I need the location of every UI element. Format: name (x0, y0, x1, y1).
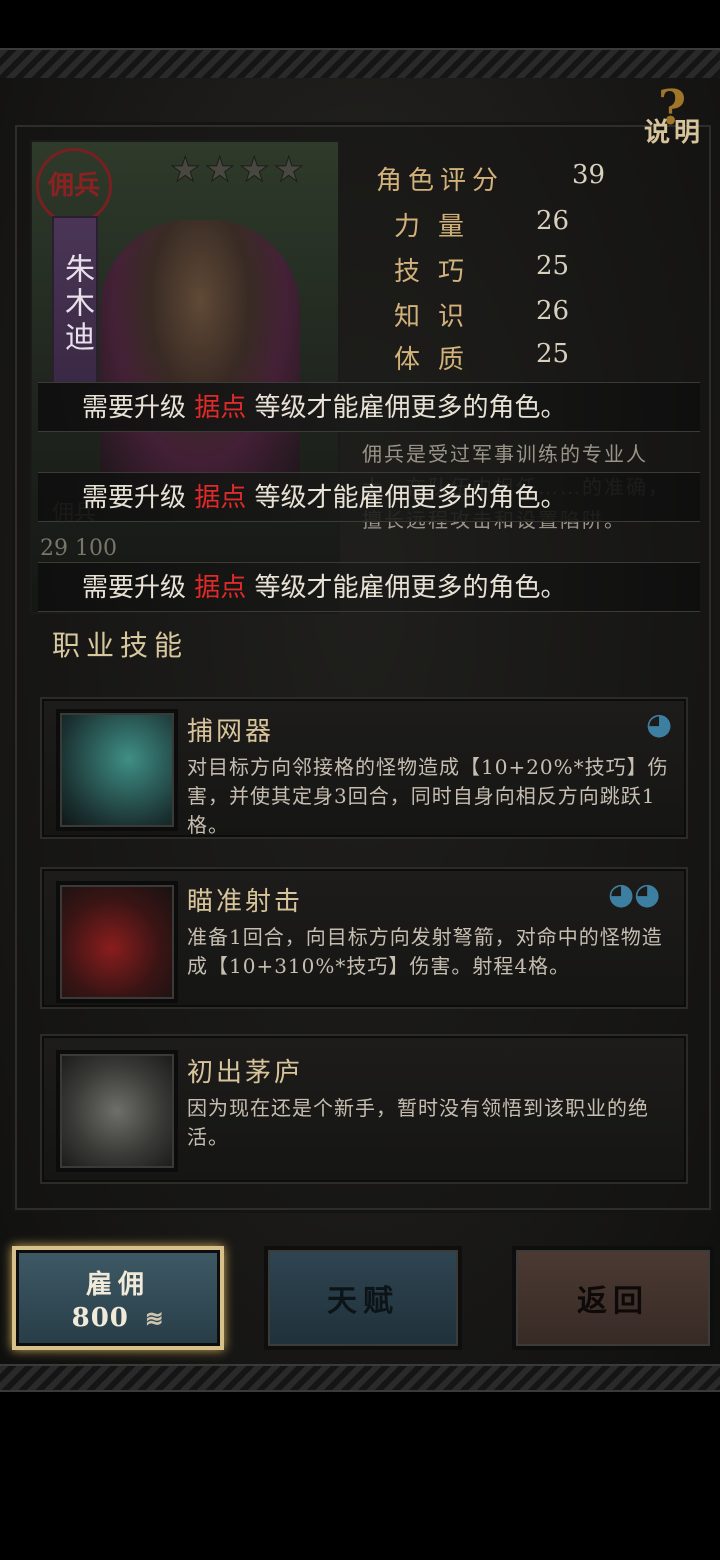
star-icon: ★ (238, 150, 274, 191)
skill-name: 捕网器 (187, 717, 275, 747)
stat-label-constitution: 体质 (394, 345, 483, 375)
stat-label-strength: 力量 (394, 212, 483, 242)
class-seal-icon: 佣兵 (36, 148, 112, 224)
toast-text: 需要升级 (82, 393, 195, 423)
stat-value-strength: 26 (536, 206, 570, 236)
rating-label: 角色评分 (376, 166, 505, 196)
toast-text: 等级才能雇佣更多的角色。 (246, 393, 567, 423)
back-button[interactable]: 返回 (512, 1246, 714, 1350)
toast-text: 需要升级 (82, 483, 195, 513)
toast-text: 等级才能雇佣更多的角色。 (246, 483, 567, 513)
skill-name: 初出茅庐 (187, 1058, 304, 1088)
stat-value-constitution: 25 (536, 339, 570, 369)
seal-text: 佣兵 (48, 171, 101, 201)
skill-card[interactable]: 瞄准射击 准备1回合，向目标方向发射弩箭，对命中的怪物造成【10+310%*技巧… (40, 867, 688, 1009)
skill-name: 瞄准射击 (187, 887, 304, 917)
coin-icon: ≋ (144, 1305, 165, 1332)
mini-stats: 29 100 (40, 536, 117, 561)
hire-button[interactable]: 雇佣 800 ≋ (12, 1246, 224, 1350)
back-label: 返回 (577, 1284, 649, 1319)
star-icon: ★ (169, 150, 205, 191)
help-button[interactable]: ? 说明 (640, 80, 718, 148)
toast-highlight: 据点 (194, 483, 247, 513)
hire-label: 雇佣 (85, 1269, 150, 1300)
rating-value: 39 (572, 160, 606, 190)
help-label: 说明 (644, 118, 705, 148)
stat-label-knowledge: 知识 (394, 302, 483, 332)
toast-text: 需要升级 (82, 573, 195, 603)
toast-highlight: 据点 (194, 393, 247, 423)
hire-cost: 800 ≋ (72, 1303, 165, 1333)
net-icon (56, 709, 178, 831)
crossbow-target-icon (56, 881, 178, 1003)
skill-description: 对目标方向邻接格的怪物造成【10+20%*技巧】伤害，并使其定身3回合，同时自身… (187, 755, 669, 837)
stat-value-knowledge: 26 (536, 296, 570, 326)
stat-label-skill: 技巧 (394, 257, 483, 287)
water-icon: ◕ (646, 707, 673, 742)
skill-card[interactable]: 初出茅庐 因为现在还是个新手，暂时没有领悟到该职业的绝活。 (40, 1034, 688, 1184)
bottom-border (0, 1364, 720, 1392)
stat-value-skill: 25 (536, 251, 570, 281)
talent-label: 天赋 (327, 1284, 399, 1319)
lock-icon (56, 1050, 178, 1172)
star-icon: ★ (273, 150, 308, 191)
skill-card[interactable]: 捕网器 对目标方向邻接格的怪物造成【10+20%*技巧】伤害，并使其定身3回合，… (40, 697, 688, 839)
skill-description: 因为现在还是个新手，暂时没有领悟到该职业的绝活。 (187, 1096, 649, 1149)
toast-message: 需要升级 据点 等级才能雇佣更多的角色。 (38, 472, 700, 522)
toast-text: 等级才能雇佣更多的角色。 (246, 573, 567, 603)
hire-cost-value: 800 (71, 1302, 129, 1333)
toast-highlight: 据点 (194, 573, 247, 603)
star-rating: ★★★★ (169, 150, 308, 191)
talent-button[interactable]: 天赋 (264, 1246, 462, 1350)
skill-description: 准备1回合，向目标方向发射弩箭，对命中的怪物造成【10+310%*技巧】伤害。射… (187, 925, 663, 978)
skills-section-title: 职业技能 (52, 629, 189, 662)
top-border (0, 48, 720, 82)
star-icon: ★ (204, 150, 239, 191)
toast-message: 需要升级 据点 等级才能雇佣更多的角色。 (38, 562, 700, 612)
water-icon: ◕◕ (608, 877, 661, 912)
character-portrait (100, 220, 300, 490)
character-name: 朱木迪 (52, 216, 98, 386)
toast-message: 需要升级 据点 等级才能雇佣更多的角色。 (38, 382, 700, 432)
